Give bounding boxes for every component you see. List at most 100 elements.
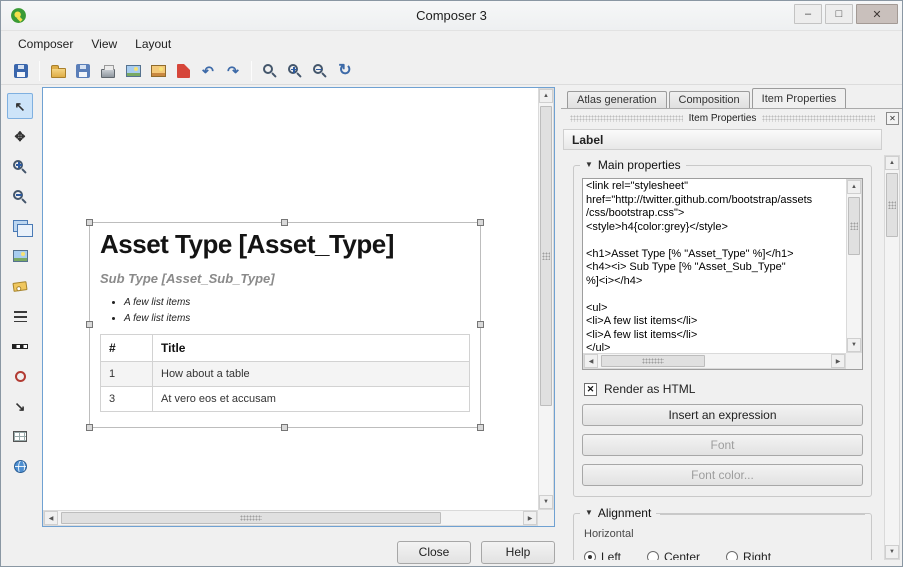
selection-handle[interactable] bbox=[477, 321, 484, 328]
composer-page[interactable]: Asset Type [Asset_Type] Sub Type [Asset_… bbox=[43, 88, 538, 510]
save-template-icon bbox=[76, 64, 90, 78]
radio-center[interactable]: Center bbox=[647, 550, 700, 560]
legend-icon bbox=[14, 311, 27, 322]
scroll-down-button[interactable]: ▼ bbox=[847, 338, 861, 352]
alignment-header[interactable]: ▼ Alignment bbox=[580, 506, 656, 520]
add-new-map-button[interactable] bbox=[7, 213, 33, 239]
group-title-label: Alignment bbox=[598, 506, 651, 520]
scrollbar-corner bbox=[846, 353, 862, 369]
scroll-left-button[interactable]: ◀ bbox=[584, 354, 598, 368]
render-as-html-checkbox[interactable]: ✕ bbox=[584, 383, 597, 396]
dock-grip bbox=[570, 115, 683, 122]
minimize-button[interactable]: – bbox=[794, 4, 822, 24]
selection-handle[interactable] bbox=[86, 219, 93, 226]
add-new-scalebar-button[interactable] bbox=[7, 333, 33, 359]
zoom-out-button[interactable] bbox=[308, 59, 332, 83]
label-source-text[interactable]: <link rel="stylesheet" href="http://twit… bbox=[586, 180, 845, 352]
selection-handle[interactable] bbox=[281, 424, 288, 431]
export-image-button[interactable] bbox=[121, 59, 145, 83]
add-image-button[interactable] bbox=[7, 243, 33, 269]
font-color-button[interactable]: Font color... bbox=[582, 464, 863, 486]
radio-label: Right bbox=[743, 550, 771, 560]
selection-handle[interactable] bbox=[86, 424, 93, 431]
main-area: ↖ ✥ ↘ bbox=[1, 85, 902, 566]
add-html-frame-button[interactable] bbox=[7, 453, 33, 479]
horizontal-alignment-options: Left Center Right bbox=[584, 550, 863, 560]
scroll-up-button[interactable]: ▲ bbox=[539, 89, 553, 103]
close-window-button[interactable]: ✕ bbox=[856, 4, 898, 24]
add-attribute-table-button[interactable] bbox=[7, 423, 33, 449]
add-new-label-button[interactable] bbox=[7, 273, 33, 299]
scroll-left-button[interactable]: ◀ bbox=[44, 511, 58, 525]
table-row: 1 How about a table bbox=[101, 362, 470, 387]
scroll-down-button[interactable]: ▼ bbox=[885, 545, 899, 559]
add-basic-shape-button[interactable] bbox=[7, 363, 33, 389]
dock-titlebar[interactable]: Item Properties ✕ bbox=[564, 111, 899, 125]
selection-handle[interactable] bbox=[477, 424, 484, 431]
refresh-view-button[interactable]: ↻ bbox=[333, 59, 357, 83]
editor-vertical-scrollbar[interactable]: ▲ ▼ bbox=[846, 179, 862, 353]
shape-icon bbox=[15, 371, 26, 382]
label-item[interactable]: Asset Type [Asset_Type] Sub Type [Asset_… bbox=[89, 222, 481, 428]
alignment-group: ▼ Alignment Horizontal Left Center bbox=[573, 513, 872, 560]
main-properties-header[interactable]: ▼ Main properties bbox=[580, 158, 686, 172]
scroll-up-button[interactable]: ▲ bbox=[847, 180, 861, 194]
selection-handle[interactable] bbox=[477, 219, 484, 226]
menu-layout[interactable]: Layout bbox=[126, 33, 180, 55]
zoom-out-icon bbox=[313, 64, 323, 74]
panel-vertical-scrollbar[interactable]: ▲ ▼ bbox=[884, 155, 900, 560]
canvas-horizontal-scrollbar[interactable]: ◀ ▶ bbox=[43, 510, 538, 526]
scrollbar-thumb[interactable] bbox=[601, 355, 705, 367]
select-move-item-button[interactable]: ↖ bbox=[7, 93, 33, 119]
save-as-template-button[interactable] bbox=[71, 59, 95, 83]
selection-handle[interactable] bbox=[281, 219, 288, 226]
menu-composer[interactable]: Composer bbox=[9, 33, 82, 55]
zoom-in-button[interactable] bbox=[283, 59, 307, 83]
zoom-out-tool-button[interactable] bbox=[7, 183, 33, 209]
move-item-content-button[interactable]: ✥ bbox=[7, 123, 33, 149]
font-button[interactable]: Font bbox=[582, 434, 863, 456]
scroll-right-button[interactable]: ▶ bbox=[523, 511, 537, 525]
save-project-button[interactable] bbox=[9, 59, 33, 83]
horizontal-label: Horizontal bbox=[584, 528, 863, 540]
tab-composition[interactable]: Composition bbox=[669, 91, 750, 108]
zoom-in-tool-button[interactable] bbox=[7, 153, 33, 179]
tab-item-properties[interactable]: Item Properties bbox=[752, 88, 847, 108]
label-text-editor[interactable]: <link rel="stylesheet" href="http://twit… bbox=[582, 178, 863, 370]
radio-left[interactable]: Left bbox=[584, 550, 621, 560]
insert-expression-button[interactable]: Insert an expression bbox=[582, 404, 863, 426]
add-arrow-button[interactable]: ↘ bbox=[7, 393, 33, 419]
redo-button[interactable]: ↷ bbox=[221, 59, 245, 83]
dock-close-icon[interactable]: ✕ bbox=[886, 112, 899, 125]
tab-atlas-generation[interactable]: Atlas generation bbox=[567, 91, 667, 108]
render-as-html-label[interactable]: Render as HTML bbox=[604, 382, 695, 396]
canvas-vertical-scrollbar[interactable]: ▲ ▼ bbox=[538, 88, 554, 510]
close-button[interactable]: Close bbox=[397, 541, 471, 564]
editor-horizontal-scrollbar[interactable]: ◀ ▶ bbox=[583, 353, 846, 369]
table-cell: At vero eos et accusam bbox=[153, 387, 470, 412]
column-header: Title bbox=[153, 335, 470, 362]
scroll-down-button[interactable]: ▼ bbox=[539, 495, 553, 509]
selection-handle[interactable] bbox=[86, 321, 93, 328]
select-arrow-icon: ↖ bbox=[15, 100, 26, 113]
scroll-right-button[interactable]: ▶ bbox=[831, 354, 845, 368]
export-svg-button[interactable] bbox=[146, 59, 170, 83]
group-divider bbox=[660, 514, 865, 515]
undo-button[interactable]: ↶ bbox=[196, 59, 220, 83]
export-pdf-button[interactable] bbox=[171, 59, 195, 83]
menu-view[interactable]: View bbox=[82, 33, 126, 55]
scrollbar-thumb[interactable] bbox=[886, 173, 898, 237]
maximize-button[interactable]: □ bbox=[825, 4, 853, 24]
scrollbar-thumb[interactable] bbox=[61, 512, 441, 524]
radio-right[interactable]: Right bbox=[726, 550, 771, 560]
print-button[interactable] bbox=[96, 59, 120, 83]
load-template-button[interactable] bbox=[46, 59, 70, 83]
help-button[interactable]: Help bbox=[481, 541, 555, 564]
scrollbar-thumb[interactable] bbox=[848, 197, 860, 255]
label-tag-icon bbox=[12, 281, 27, 292]
add-new-legend-button[interactable] bbox=[7, 303, 33, 329]
zoom-full-button[interactable] bbox=[258, 59, 282, 83]
scroll-up-button[interactable]: ▲ bbox=[885, 156, 899, 170]
main-properties-group: ▼ Main properties <link rel="stylesheet"… bbox=[573, 165, 872, 497]
scrollbar-thumb[interactable] bbox=[540, 106, 552, 406]
